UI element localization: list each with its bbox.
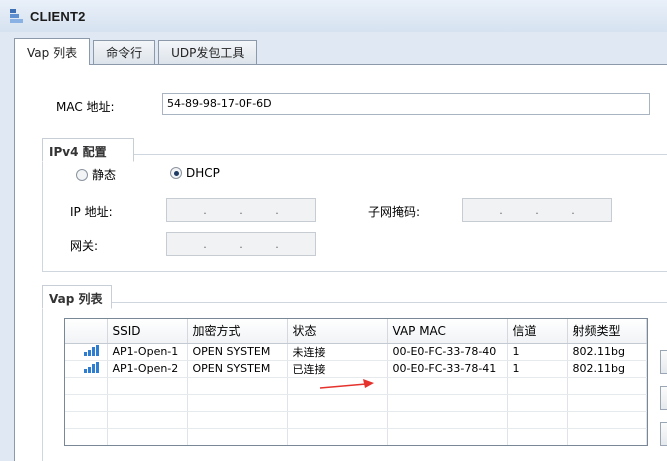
col-header-status[interactable]: 状态: [287, 319, 388, 344]
table-row[interactable]: AP1-Open-2 OPEN SYSTEM 已连接 00-E0-FC-33-7…: [65, 360, 647, 378]
tab-bar: Vap 列表 命令行 UDP发包工具: [14, 38, 260, 66]
vap-list-group-title: Vap 列表: [42, 285, 112, 309]
ip-separator: .: [239, 203, 243, 217]
ipv4-group-title: IPv4 配置: [42, 138, 134, 162]
static-radio-dot[interactable]: [76, 168, 88, 181]
ip-separator: .: [203, 203, 207, 217]
ip-address-input[interactable]: . . .: [166, 198, 316, 222]
subnet-mask-label: 子网掩码:: [368, 205, 421, 219]
cell-channel: 1: [507, 343, 568, 361]
tab-udp-tool[interactable]: UDP发包工具: [158, 40, 258, 64]
empty-row: [65, 411, 647, 429]
col-header-radio-type[interactable]: 射频类型: [567, 319, 647, 344]
cell-status: 未连接: [287, 343, 388, 361]
dhcp-radio[interactable]: DHCP: [170, 166, 220, 180]
col-header-ssid[interactable]: SSID: [107, 319, 188, 344]
static-radio[interactable]: 静态: [76, 166, 116, 183]
table-row[interactable]: AP1-Open-1 OPEN SYSTEM 未连接 00-E0-FC-33-7…: [65, 343, 647, 361]
cell-vap-mac: 00-E0-FC-33-78-40: [387, 343, 508, 361]
vap-table-header: SSID 加密方式 状态 VAP MAC 信道 射频类型: [65, 319, 647, 344]
dhcp-radio-dot[interactable]: [170, 167, 182, 179]
cell-ssid: AP1-Open-2: [107, 360, 188, 378]
side-button-1[interactable]: [660, 350, 667, 374]
window-title: CLIENT2: [30, 8, 86, 24]
col-header-signal: [65, 319, 108, 344]
ip-separator: .: [499, 203, 503, 217]
col-header-channel[interactable]: 信道: [507, 319, 568, 344]
cell-radio-type: 802.11bg: [567, 360, 647, 378]
ip-separator: .: [571, 203, 575, 217]
signal-strength-icon: [84, 361, 99, 373]
cell-vap-mac: 00-E0-FC-33-78-41: [387, 360, 508, 378]
cell-status: 已连接: [287, 360, 388, 378]
ip-separator: .: [275, 237, 279, 251]
gateway-input[interactable]: . . .: [166, 232, 316, 256]
ip-separator: .: [535, 203, 539, 217]
ip-separator: .: [239, 237, 243, 251]
client-app-icon: [10, 9, 23, 23]
gateway-label: 网关:: [70, 239, 99, 253]
cell-channel: 1: [507, 360, 568, 378]
cell-radio-type: 802.11bg: [567, 343, 647, 361]
col-header-encryption[interactable]: 加密方式: [187, 319, 288, 344]
cell-encryption: OPEN SYSTEM: [187, 343, 288, 361]
ip-separator: .: [203, 237, 207, 251]
signal-strength-icon: [84, 344, 99, 356]
title-bar: CLIENT2: [0, 0, 667, 32]
ip-address-label: IP 地址:: [70, 205, 113, 219]
static-radio-label: 静态: [92, 168, 117, 182]
col-header-vap-mac[interactable]: VAP MAC: [387, 319, 508, 344]
cell-encryption: OPEN SYSTEM: [187, 360, 288, 378]
tab-vap-list[interactable]: Vap 列表: [14, 38, 91, 65]
dhcp-radio-label: DHCP: [186, 166, 220, 180]
mac-address-field[interactable]: 54-89-98-17-0F-6D: [162, 93, 650, 115]
side-button-2[interactable]: [660, 386, 667, 410]
subnet-mask-input[interactable]: . . .: [462, 198, 612, 222]
empty-row: [65, 394, 647, 412]
mac-label: MAC 地址:: [56, 100, 115, 114]
cell-ssid: AP1-Open-1: [107, 343, 188, 361]
tab-command-line[interactable]: 命令行: [93, 40, 156, 64]
annotation-arrow-icon: [319, 379, 374, 389]
ip-separator: .: [275, 203, 279, 217]
empty-row: [65, 428, 647, 445]
side-button-3[interactable]: [660, 422, 667, 446]
